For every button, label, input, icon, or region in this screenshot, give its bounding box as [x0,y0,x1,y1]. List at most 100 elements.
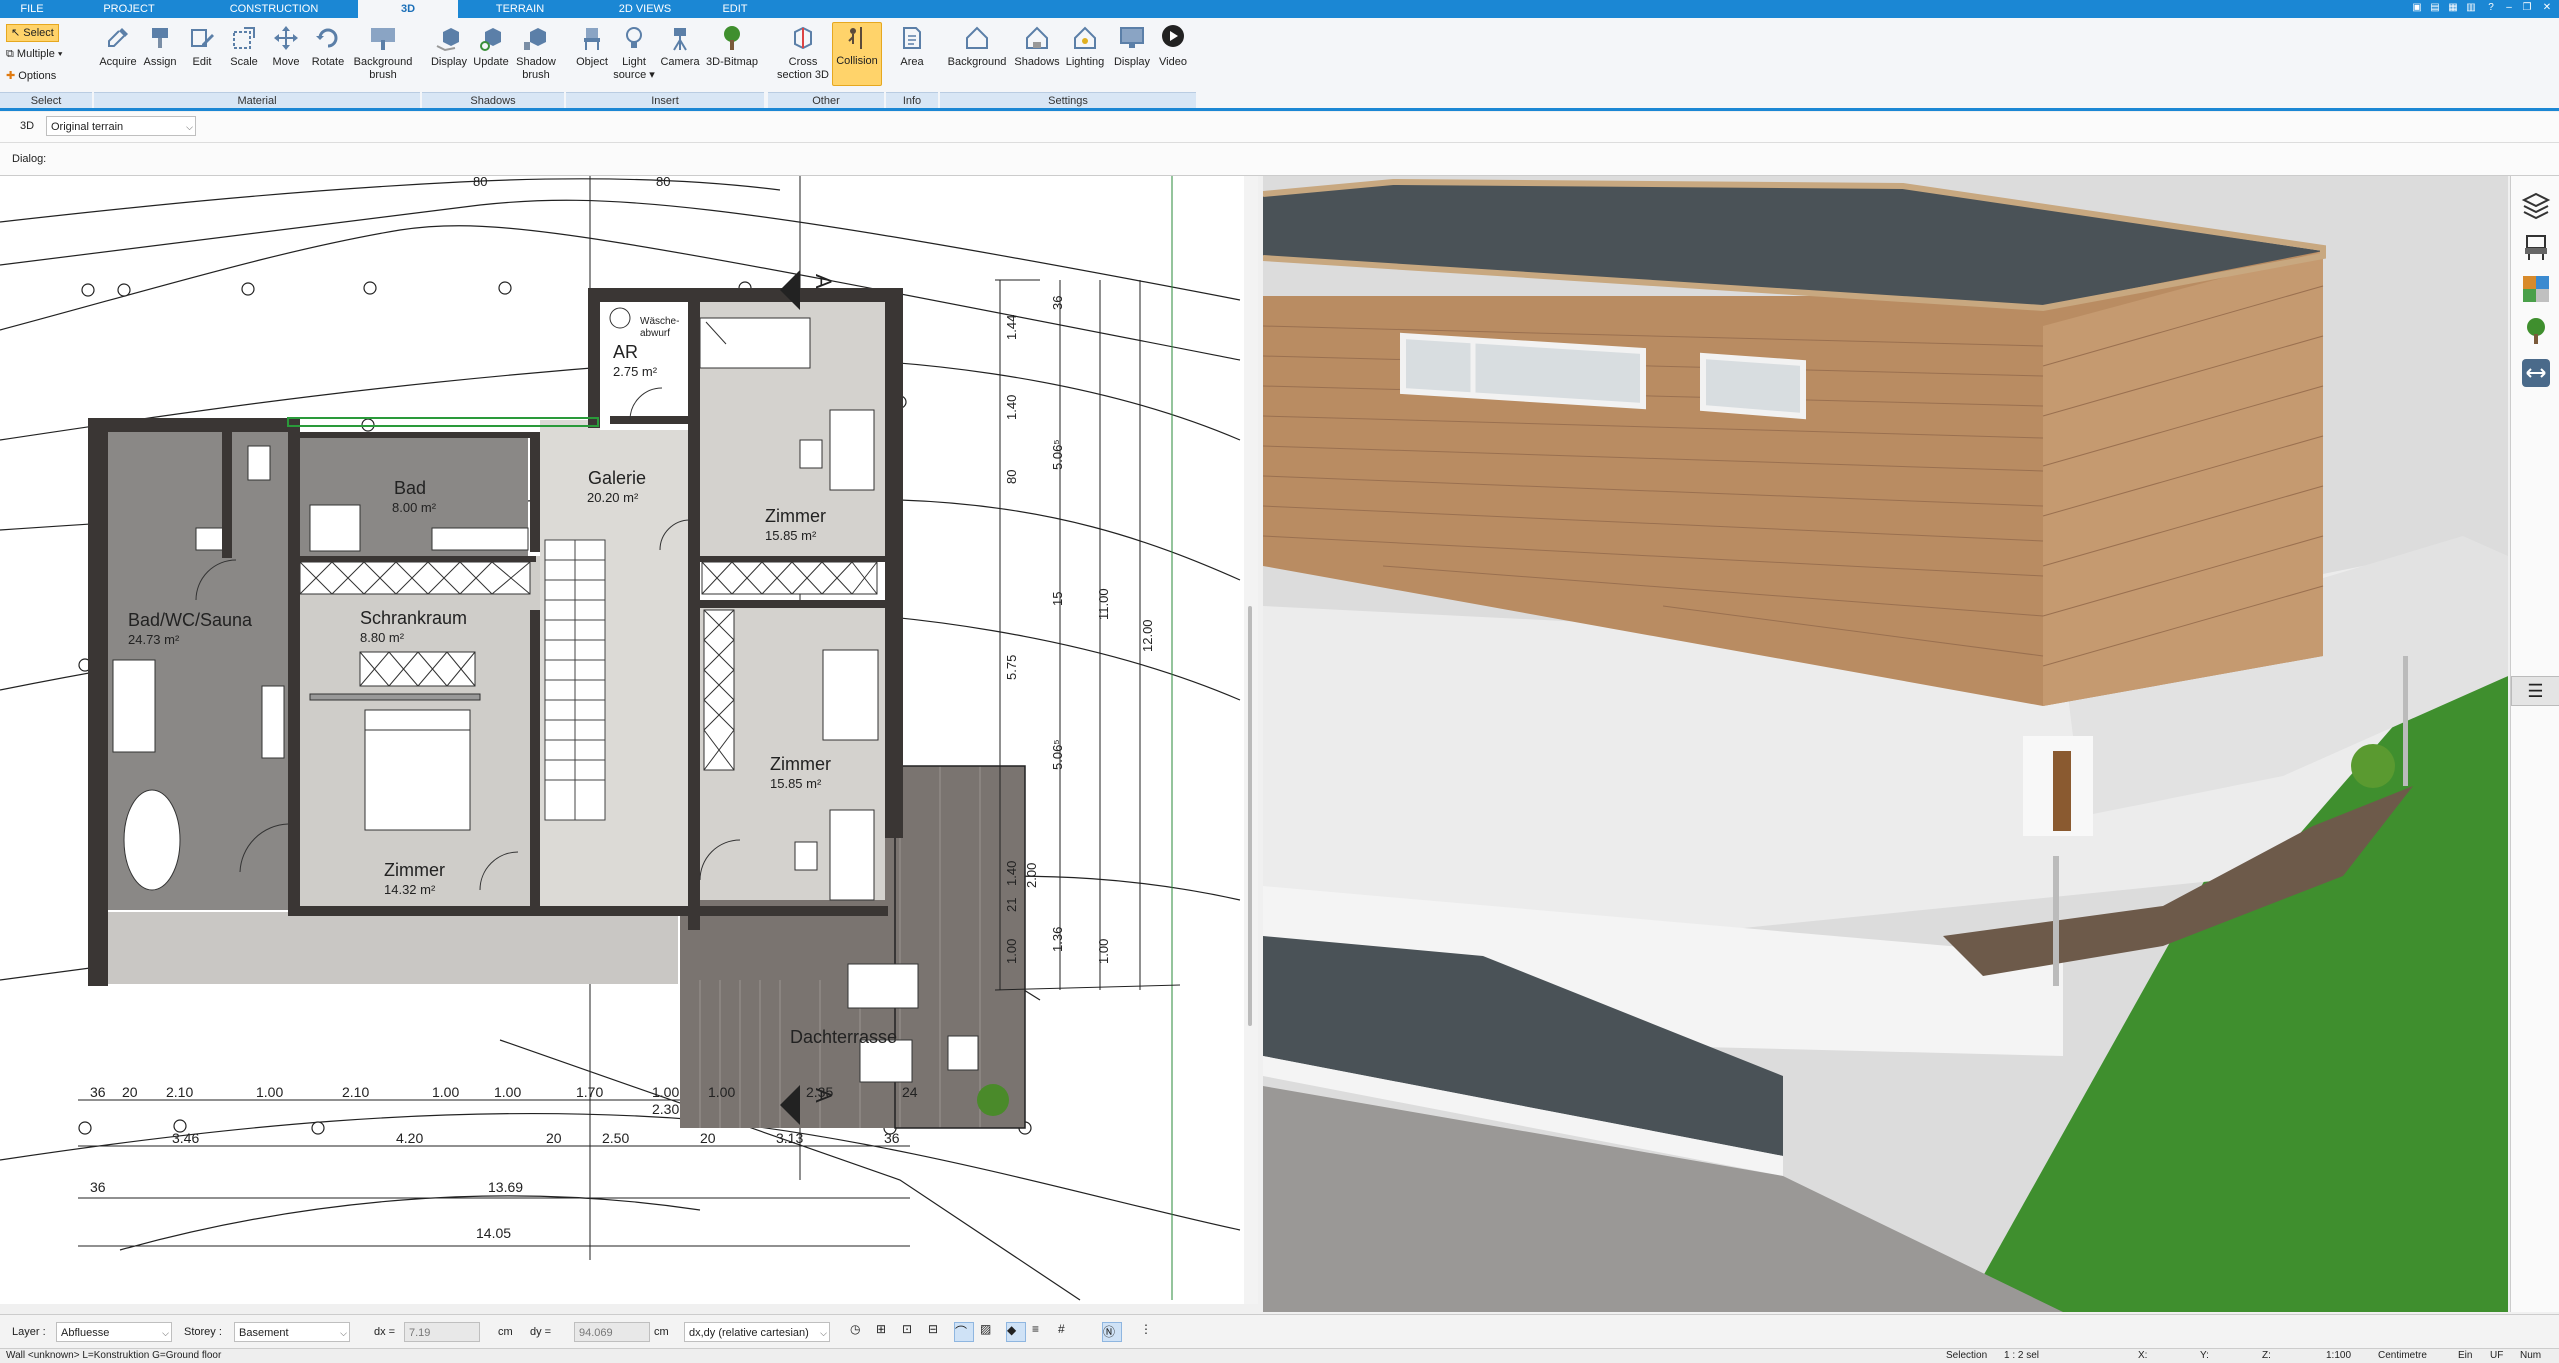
play-icon [1162,25,1184,47]
grid-snap-icon[interactable]: ⊞ [876,1322,896,1342]
room-name: Schrankraum [360,608,467,628]
tab-file[interactable]: FILE [0,0,64,18]
more-icon[interactable]: ⋮ [1140,1322,1160,1342]
acquire-button[interactable]: Acquire [98,24,138,69]
background-brush-button[interactable]: Background brush [350,24,416,82]
group-material-label: Material [94,92,420,109]
room-area: 15.85 m² [770,776,822,791]
floor-plan-view[interactable]: A A Bad 8.00 m² Galerie 20.20 m² AR 2.75… [0,176,1251,1304]
hamburger-icon[interactable]: ☰ [2511,676,2559,706]
restore-icon[interactable]: ❐ [2520,1,2534,15]
camera-button[interactable]: Camera [656,24,704,69]
light-source-button[interactable]: Light source ▾ [612,24,656,82]
multiple-button[interactable]: ⧉ Multiple ▾ [6,46,63,62]
svg-text:36: 36 [90,1179,106,1195]
scale-button[interactable]: Scale [226,24,262,69]
grid-icon[interactable]: # [1058,1322,1078,1342]
clock-icon[interactable]: ◷ [850,1322,870,1342]
question-icon[interactable]: ? [2484,1,2498,15]
plants-icon[interactable] [2521,316,2551,346]
storey-select[interactable]: Basement ⌵ [234,1322,350,1342]
ribbon: ↖ Select ⧉ Multiple ▾ ✚ Options Select A… [0,18,2559,109]
shadow-brush-button[interactable]: Shadow brush [512,24,560,82]
svg-text:2.10: 2.10 [342,1084,369,1100]
dx-input[interactable]: 7.19 [404,1322,480,1342]
svg-text:3.46: 3.46 [172,1130,199,1146]
select-button[interactable]: ↖ Select [6,24,59,42]
pattern-icon[interactable]: ▨ [980,1322,1000,1342]
tab-3d[interactable]: 3D [358,0,458,18]
layer-select[interactable]: Abfluesse ⌵ [56,1322,172,1342]
dy-input[interactable]: 94.069 [574,1322,650,1342]
collision-button[interactable]: Collision [832,22,882,86]
tab-project[interactable]: PROJECT [64,0,194,18]
display-settings-button[interactable]: Display [1110,24,1154,69]
fill-icon[interactable]: ◆ [1006,1322,1026,1342]
menu-tab-bar: FILE PROJECT CONSTRUCTION 3D TERRAIN 2D … [0,0,2559,18]
tile-icon[interactable]: ▦ [2446,1,2460,15]
plant [977,1084,1009,1116]
svg-text:80: 80 [656,176,670,189]
shadows-display-button[interactable]: Display [428,24,470,69]
options-button[interactable]: ✚ Options [6,68,56,84]
svg-text:36: 36 [884,1130,900,1146]
layers-icon[interactable] [2521,190,2551,220]
swap-view-icon[interactable] [2521,358,2551,388]
cross-section-3d-button[interactable]: Cross section 3D [776,24,830,82]
video-button[interactable]: Video [1154,24,1192,69]
3d-view[interactable] [1263,176,2508,1312]
area-button[interactable]: Area [892,24,932,69]
tab-construction[interactable]: CONSTRUCTION [194,0,354,18]
terrain-snap-icon[interactable]: ⌒ [954,1322,974,1342]
objects-snap-icon[interactable]: ⊡ [902,1322,922,1342]
view-mode-label: 3D [20,120,35,132]
materials-icon[interactable] [2521,274,2551,304]
svg-text:1.00: 1.00 [256,1084,283,1100]
terrain-select[interactable]: Original terrain ⌵ [46,116,196,136]
tab-2d-views[interactable]: 2D VIEWS [580,0,710,18]
close-icon[interactable]: ✕ [2540,1,2554,15]
north-icon[interactable]: Ⓝ [1102,1322,1122,1342]
edit-button[interactable]: Edit [184,24,220,69]
plan-scroll-thumb[interactable] [1248,606,1252,1026]
coord-mode-select[interactable]: dx,dy (relative cartesian) ⌵ [684,1322,830,1342]
dy-label: dy = [530,1326,552,1338]
tab-terrain[interactable]: TERRAIN [460,0,580,18]
insert-indicator: Ein [2458,1350,2473,1361]
plan-vertical-scrollbar[interactable] [1244,176,1258,1304]
assign-button[interactable]: Assign [140,24,180,69]
cube-shadow-icon [436,28,459,52]
collision-icon [848,27,862,49]
cross-section-icon [794,26,812,50]
basement-slab [108,912,678,984]
3d-bitmap-button[interactable]: 3D-Bitmap [704,24,760,69]
furniture-icon[interactable] [2521,232,2551,262]
shadows-settings-button[interactable]: Shadows [1012,24,1062,69]
lighting-button[interactable]: Lighting [1062,24,1108,69]
bottom-toolbar: Layer : Abfluesse ⌵ Storey : Basement ⌵ dx… [0,1314,2559,1349]
layer-snap-icon[interactable]: ⊟ [928,1322,948,1342]
group-info-label: Info [886,92,938,109]
dy-unit: cm [654,1326,669,1338]
background-button[interactable]: Background [944,24,1010,69]
svg-text:20: 20 [546,1130,562,1146]
ribbon-divider [0,108,2559,111]
cascade-icon[interactable]: ▥ [2464,1,2478,15]
window-list-icon[interactable]: ▤ [2428,1,2442,15]
tab-edit[interactable]: EDIT [710,0,760,18]
svg-text:2.30: 2.30 [652,1101,679,1117]
lines-icon[interactable]: ≡ [1032,1322,1052,1342]
svg-text:1.00: 1.00 [494,1084,521,1100]
minimize-icon[interactable]: – [2502,1,2516,15]
move-button[interactable]: Move [268,24,304,69]
dx-label: dx = [374,1326,396,1338]
rotate-button[interactable]: Rotate [308,24,348,69]
uf-indicator: UF [2490,1350,2504,1361]
help-icon[interactable]: ▣ [2410,1,2424,15]
shadows-update-button[interactable]: Update [470,24,512,69]
group-insert-label: Insert [566,92,764,109]
room-area: 24.73 m² [128,632,180,647]
object-button[interactable]: Object [572,24,612,69]
pointer-icon: ↖ [11,27,21,39]
group-other-label: Other [768,92,884,109]
